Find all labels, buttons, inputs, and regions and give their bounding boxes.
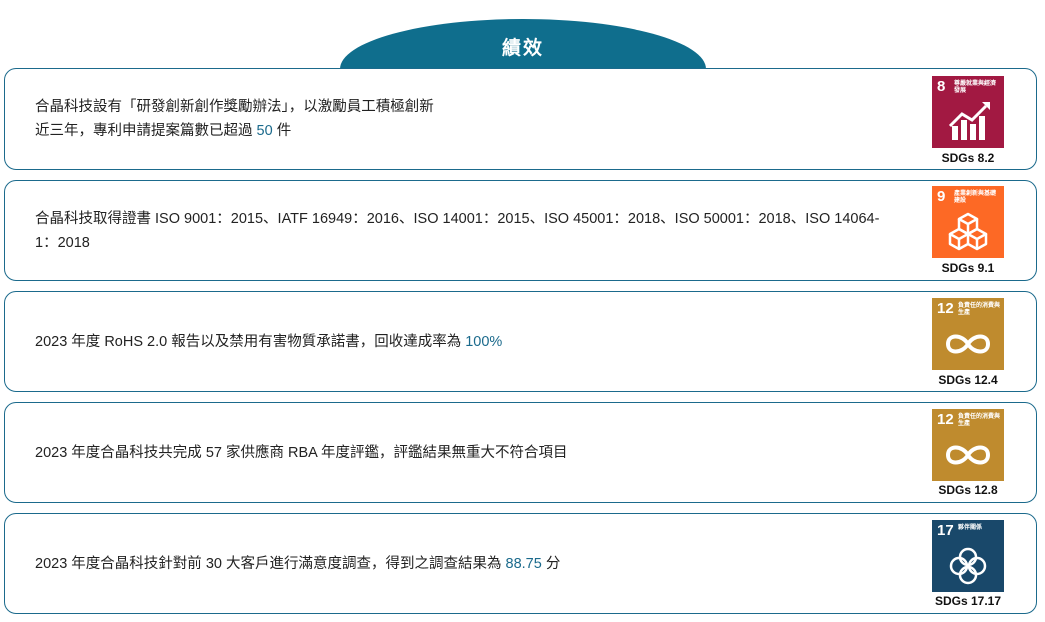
card-1-text: 合晶科技設有「研發創新創作獎勵辦法」，以激勵員工積極創新 近三年，專利申請提案篇…: [35, 95, 896, 143]
cubes-icon: 9 產業創新與基礎建設: [932, 186, 1004, 258]
card-3-highlight: 100%: [465, 333, 503, 350]
flower-rings-icon: 17 夥伴關係: [932, 520, 1004, 592]
performance-card-2: 合晶科技取得證書 ISO 9001：2015、IATF 16949：2016、I…: [4, 180, 1037, 281]
sdg-caption-1: SDGs 8.2: [941, 151, 995, 165]
card-3-line-1: 2023 年度 RoHS 2.0 報告以及禁用有害物質承諾書，回收達成率為 10…: [35, 333, 503, 350]
card-5-highlight: 88.75: [505, 555, 542, 572]
infinity-icon: 12 負責任的消費與生產: [932, 409, 1004, 481]
card-2-text: 合晶科技取得證書 ISO 9001：2015、IATF 16949：2016、I…: [35, 207, 896, 255]
card-4-line-1: 2023 年度合晶科技共完成 57 家供應商 RBA 年度評鑑，評鑑結果無重大不…: [35, 444, 568, 461]
growth-chart-icon: 8 尊嚴就業與經濟發展: [932, 76, 1004, 148]
performance-card-5: 2023 年度合晶科技針對前 30 大客戶進行滿意度調查，得到之調查結果為 88…: [4, 513, 1037, 614]
card-1-line-1: 合晶科技設有「研發創新創作獎勵辦法」，以激勵員工積極創新: [35, 99, 434, 115]
sdg-caption-2: SDGs 9.1: [941, 261, 995, 275]
sdg-caption-3: SDGs 12.4: [938, 373, 998, 387]
card-1-line-2: 近三年，專利申請提案篇數已超過 50 件: [35, 123, 292, 139]
sdg-caption-4: SDGs 12.8: [938, 483, 998, 497]
card-5-text: 2023 年度合晶科技針對前 30 大客戶進行滿意度調查，得到之調查結果為 88…: [35, 552, 896, 576]
card-5-line-1: 2023 年度合晶科技針對前 30 大客戶進行滿意度調查，得到之調查結果為 88…: [35, 555, 561, 572]
sdg-caption-5: SDGs 17.17: [934, 594, 1002, 608]
card-2-line-1: 合晶科技取得證書 ISO 9001：2015、IATF 16949：2016、I…: [35, 210, 880, 251]
infinity-icon: 12 負責任的消費與生產: [932, 298, 1004, 370]
card-4-text: 2023 年度合晶科技共完成 57 家供應商 RBA 年度評鑑，評鑑結果無重大不…: [35, 441, 896, 465]
section-title: 績效: [501, 37, 544, 59]
card-1-highlight: 50: [256, 123, 273, 139]
performance-card-1: 合晶科技設有「研發創新創作獎勵辦法」，以激勵員工積極創新 近三年，專利申請提案篇…: [4, 68, 1037, 170]
performance-card-4: 2023 年度合晶科技共完成 57 家供應商 RBA 年度評鑑，評鑑結果無重大不…: [4, 402, 1037, 503]
card-3-text: 2023 年度 RoHS 2.0 報告以及禁用有害物質承諾書，回收達成率為 10…: [35, 330, 896, 354]
performance-card-3: 2023 年度 RoHS 2.0 報告以及禁用有害物質承諾書，回收達成率為 10…: [4, 291, 1037, 392]
section-header-tab: 績效: [340, 19, 706, 69]
